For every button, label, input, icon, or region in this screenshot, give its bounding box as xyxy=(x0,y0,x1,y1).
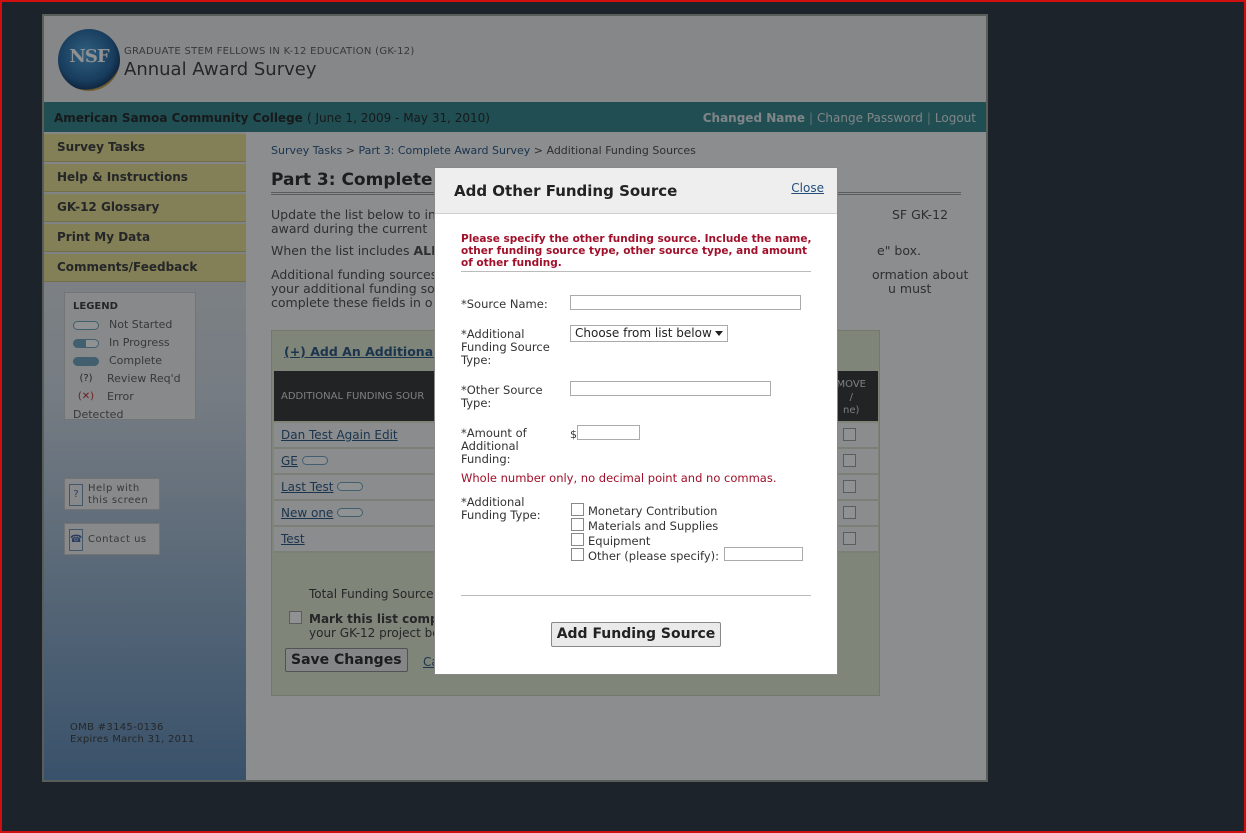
divider xyxy=(461,595,811,596)
dialog-title: Add Other Funding Source xyxy=(454,182,678,200)
amount-label-line-3: Funding: xyxy=(461,452,511,466)
source-name-label: *Source Name: xyxy=(461,297,548,311)
source-type-label: *Additional Funding Source Type: xyxy=(461,328,550,367)
option-label: Other (please specify): xyxy=(588,549,720,563)
option-label: Equipment xyxy=(588,534,651,548)
other-source-type-label-line-2: Type: xyxy=(461,396,492,410)
close-link[interactable]: Close xyxy=(791,181,824,195)
source-name-input[interactable] xyxy=(570,295,801,310)
amount-input[interactable] xyxy=(577,425,640,440)
amount-label: *Amount of Additional Funding: xyxy=(461,427,527,466)
source-type-select-value: Choose from list below xyxy=(575,326,712,340)
other-source-type-label: *Other Source Type: xyxy=(461,384,543,410)
option-label: Materials and Supplies xyxy=(588,519,719,533)
source-type-select[interactable]: Choose from list below xyxy=(570,325,728,342)
other-specify-checkbox[interactable] xyxy=(571,548,584,561)
source-type-label-line-3: Type: xyxy=(461,353,492,367)
equipment-checkbox[interactable] xyxy=(571,533,584,546)
add-funding-source-button[interactable]: Add Funding Source xyxy=(551,622,721,647)
currency-symbol: $ xyxy=(570,428,577,441)
other-source-type-input[interactable] xyxy=(570,381,771,396)
materials-supplies-checkbox[interactable] xyxy=(571,518,584,531)
funding-type-label-line-2: Funding Type: xyxy=(461,508,541,522)
dialog-header: Add Other Funding Source Close xyxy=(435,168,837,214)
monetary-contribution-checkbox[interactable] xyxy=(571,503,584,516)
amount-format-note: Whole number only, no decimal point and … xyxy=(461,471,777,485)
divider xyxy=(461,271,811,272)
funding-type-label: *Additional Funding Type: xyxy=(461,496,541,522)
option-label: Monetary Contribution xyxy=(588,504,718,518)
dialog-instructions: Please specify the other funding source.… xyxy=(461,233,812,269)
chevron-down-icon xyxy=(715,331,723,336)
add-funding-source-dialog: Add Other Funding Source Close Please sp… xyxy=(434,167,838,675)
other-specify-input[interactable] xyxy=(724,547,803,561)
